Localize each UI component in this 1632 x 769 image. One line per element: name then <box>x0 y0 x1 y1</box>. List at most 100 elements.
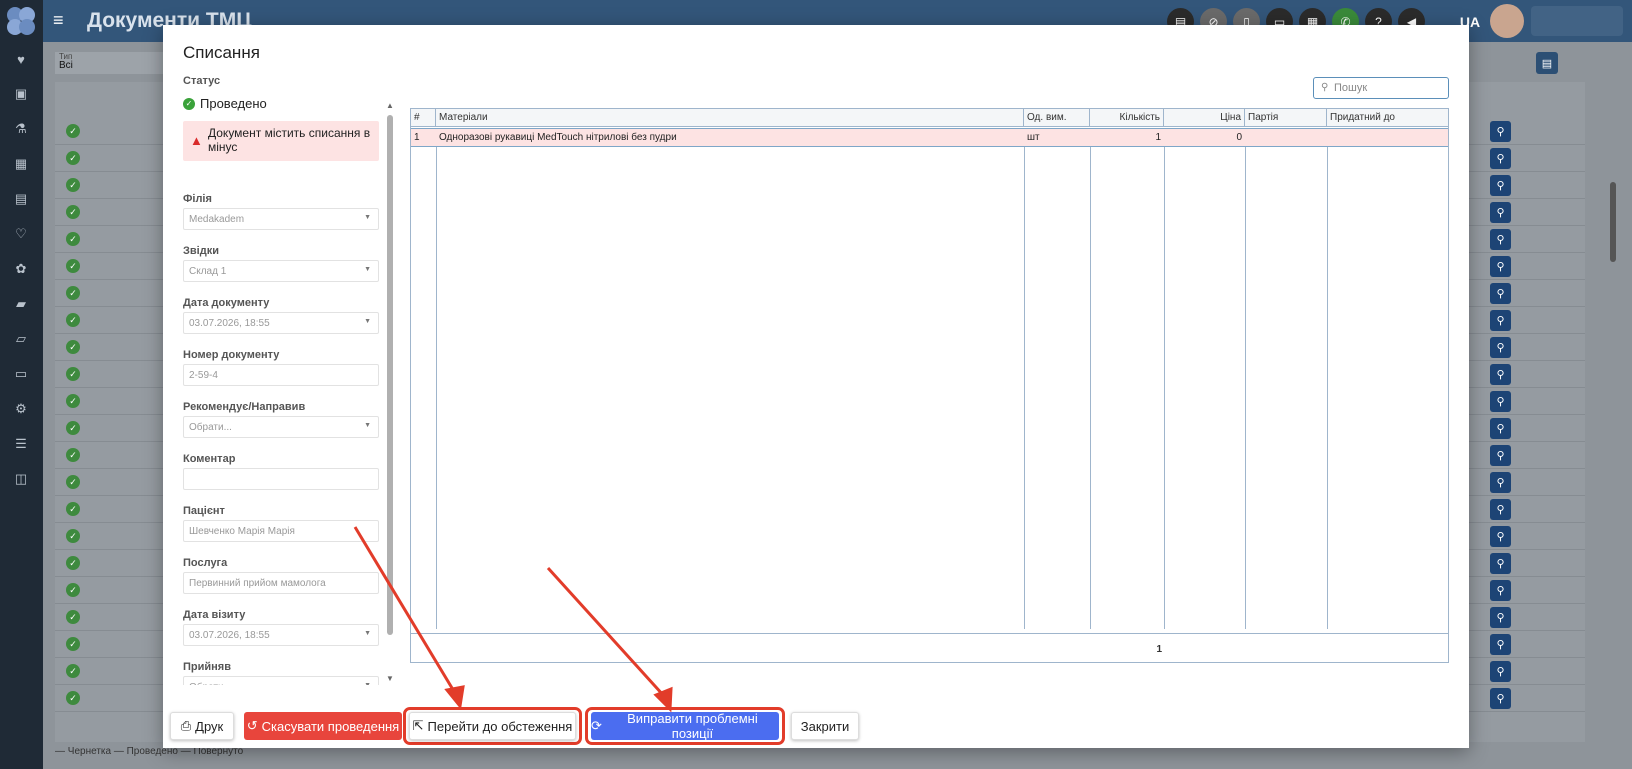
check-circle-icon: ✓ <box>66 340 80 354</box>
export-button[interactable]: ▤ <box>1536 52 1558 74</box>
search-icon[interactable]: ⚲ <box>1490 148 1511 169</box>
search-icon[interactable]: ⚲ <box>1490 553 1511 574</box>
check-circle-icon: ✓ <box>66 691 80 705</box>
print-button-label: Друк <box>195 718 224 734</box>
column-divider <box>1327 147 1328 629</box>
search-icon: ⚲ <box>1321 82 1329 93</box>
check-circle-icon: ✓ <box>66 556 80 570</box>
search-icon[interactable]: ⚲ <box>1490 688 1511 709</box>
close-button[interactable]: Закрити <box>791 712 859 740</box>
select-field[interactable]: 03.07.2026, 18:55 ▼ <box>183 624 379 646</box>
select-field[interactable]: Склад 1 ▼ <box>183 260 379 282</box>
search-icon[interactable]: ⚲ <box>1490 283 1511 304</box>
fix-problem-items-button[interactable]: ⟳ Виправити проблемні позиції <box>591 711 779 741</box>
app-logo[interactable] <box>4 4 38 38</box>
cancel-posting-label: Скасувати проведення <box>261 718 400 734</box>
search-icon[interactable]: ⚲ <box>1490 310 1511 331</box>
type-filter-value: Всі <box>59 60 73 71</box>
col-materials[interactable]: Матеріали <box>436 109 1024 127</box>
field-value: Обрати... <box>189 682 232 685</box>
search-icon[interactable]: ⚲ <box>1490 391 1511 412</box>
scroll-up-icon[interactable]: ▲ <box>385 101 395 110</box>
search-icon[interactable]: ⚲ <box>1490 175 1511 196</box>
total-quantity: 1 <box>1156 644 1162 655</box>
cancel-posting-button[interactable]: ↺ Скасувати проведення <box>244 712 402 740</box>
table-header: # Матеріали Од. вим. Кількість Ціна Парт… <box>411 109 1448 127</box>
chevron-down-icon: ▼ <box>364 682 371 685</box>
print-button[interactable]: ⎙ Друк <box>170 712 234 740</box>
search-icon[interactable]: ⚲ <box>1490 445 1511 466</box>
heartbeat-icon[interactable]: ♡ <box>11 224 31 244</box>
avatar[interactable] <box>1490 4 1524 38</box>
search-icon[interactable]: ⚲ <box>1490 229 1511 250</box>
check-circle-icon: ✓ <box>66 583 80 597</box>
form-scrollbar[interactable]: ▲ ▼ <box>385 101 395 683</box>
text-field[interactable] <box>183 468 379 490</box>
cell-quantity: 1 <box>1155 132 1161 143</box>
field-value: 2-59-4 <box>189 370 218 381</box>
warning-triangle-icon: ▲ <box>190 133 203 148</box>
col-price[interactable]: Ціна <box>1164 109 1245 127</box>
card-icon[interactable]: ▣ <box>11 84 31 104</box>
col-batch[interactable]: Партія <box>1245 109 1327 127</box>
search-icon[interactable]: ⚲ <box>1490 499 1511 520</box>
field-label: Послуга <box>183 557 228 569</box>
col-expiry[interactable]: Придатний до <box>1327 109 1448 127</box>
cell-number: 1 <box>414 132 420 143</box>
select-field[interactable]: Обрати... ▼ <box>183 416 379 438</box>
text-field[interactable]: 2-59-4 <box>183 364 379 386</box>
heart-icon[interactable]: ♥ <box>11 49 31 69</box>
col-unit[interactable]: Од. вим. <box>1024 109 1090 127</box>
external-link-icon: ⇱ <box>412 718 424 733</box>
negative-stock-warning: ▲ Документ містить списання в мінус <box>183 121 379 161</box>
search-icon[interactable]: ⚲ <box>1490 256 1511 277</box>
chevron-down-icon: ▼ <box>364 318 371 325</box>
text-field[interactable]: Первинний прийом мамолога <box>183 572 379 594</box>
book-icon[interactable]: ▰ <box>11 294 31 314</box>
search-icon[interactable]: ⚲ <box>1490 580 1511 601</box>
text-field[interactable]: Шевченко Марія Марія <box>183 520 379 542</box>
select-field[interactable]: Medakadem ▼ <box>183 208 379 230</box>
note-icon[interactable]: ◫ <box>11 469 31 489</box>
go-to-exam-button[interactable]: ⇱ Перейти до обстеження <box>409 712 576 740</box>
search-icon[interactable]: ⚲ <box>1490 418 1511 439</box>
document-icon[interactable]: ▤ <box>11 189 31 209</box>
cash-icon[interactable]: ▭ <box>11 364 31 384</box>
calendar-icon[interactable]: ▦ <box>11 154 31 174</box>
fix-problem-items-label: Виправити проблемні позиції <box>627 711 758 741</box>
field-label: Прийняв <box>183 661 231 673</box>
search-icon[interactable]: ⚲ <box>1490 121 1511 142</box>
select-field[interactable]: 03.07.2026, 18:55 ▼ <box>183 312 379 334</box>
pills-icon[interactable]: ✿ <box>11 259 31 279</box>
search-icon[interactable]: ⚲ <box>1490 364 1511 385</box>
list-icon[interactable]: ☰ <box>11 434 31 454</box>
hamburger-menu-icon[interactable]: ≡ <box>53 10 64 31</box>
col-quantity[interactable]: Кількість <box>1090 109 1164 127</box>
search-input[interactable] <box>1334 80 1442 96</box>
table-row[interactable]: 1 Одноразові рукавиці MedTouch нітрилові… <box>411 128 1448 147</box>
field-value: Склад 1 <box>189 266 227 277</box>
page-scrollbar[interactable] <box>1608 137 1618 769</box>
search-icon[interactable]: ⚲ <box>1490 661 1511 682</box>
scroll-down-icon[interactable]: ▼ <box>385 674 395 683</box>
modal-title: Списання <box>183 43 260 62</box>
select-field[interactable]: Обрати... ▼ <box>183 676 379 685</box>
field-label: Коментар <box>183 453 236 465</box>
check-circle-icon: ✓ <box>66 610 80 624</box>
user-name-blurred[interactable] <box>1531 6 1623 36</box>
search-icon[interactable]: ⚲ <box>1490 526 1511 547</box>
col-number[interactable]: # <box>411 109 436 127</box>
check-circle-icon: ✓ <box>66 151 80 165</box>
flask-icon[interactable]: ⚗ <box>11 119 31 139</box>
check-circle-icon: ✓ <box>66 421 80 435</box>
gears-icon[interactable]: ⚙ <box>11 399 31 419</box>
search-icon[interactable]: ⚲ <box>1490 634 1511 655</box>
search-field[interactable]: ⚲ <box>1313 77 1449 99</box>
folder-icon[interactable]: ▱ <box>11 329 31 349</box>
check-circle-icon: ✓ <box>66 313 80 327</box>
search-icon[interactable]: ⚲ <box>1490 607 1511 628</box>
write-off-modal: Списання Статус ✓ Проведено ▲ Документ м… <box>163 25 1469 748</box>
search-icon[interactable]: ⚲ <box>1490 337 1511 358</box>
search-icon[interactable]: ⚲ <box>1490 472 1511 493</box>
search-icon[interactable]: ⚲ <box>1490 202 1511 223</box>
